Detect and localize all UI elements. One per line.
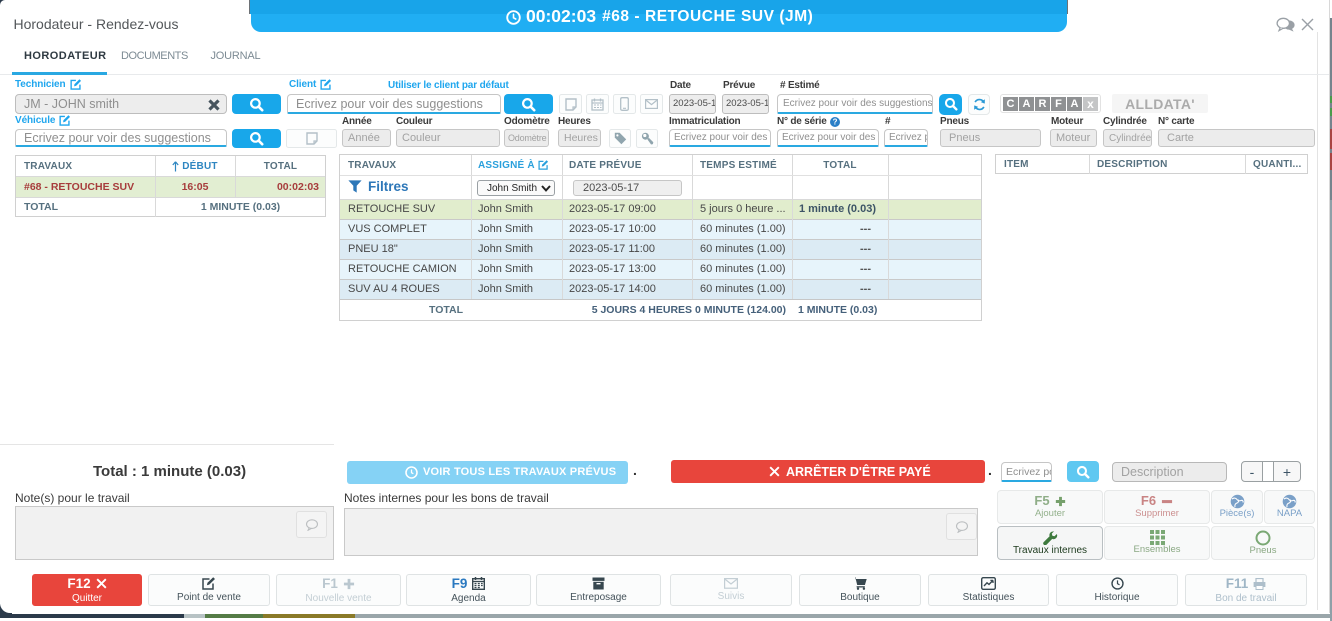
svg-text:?: ? [832,117,837,126]
